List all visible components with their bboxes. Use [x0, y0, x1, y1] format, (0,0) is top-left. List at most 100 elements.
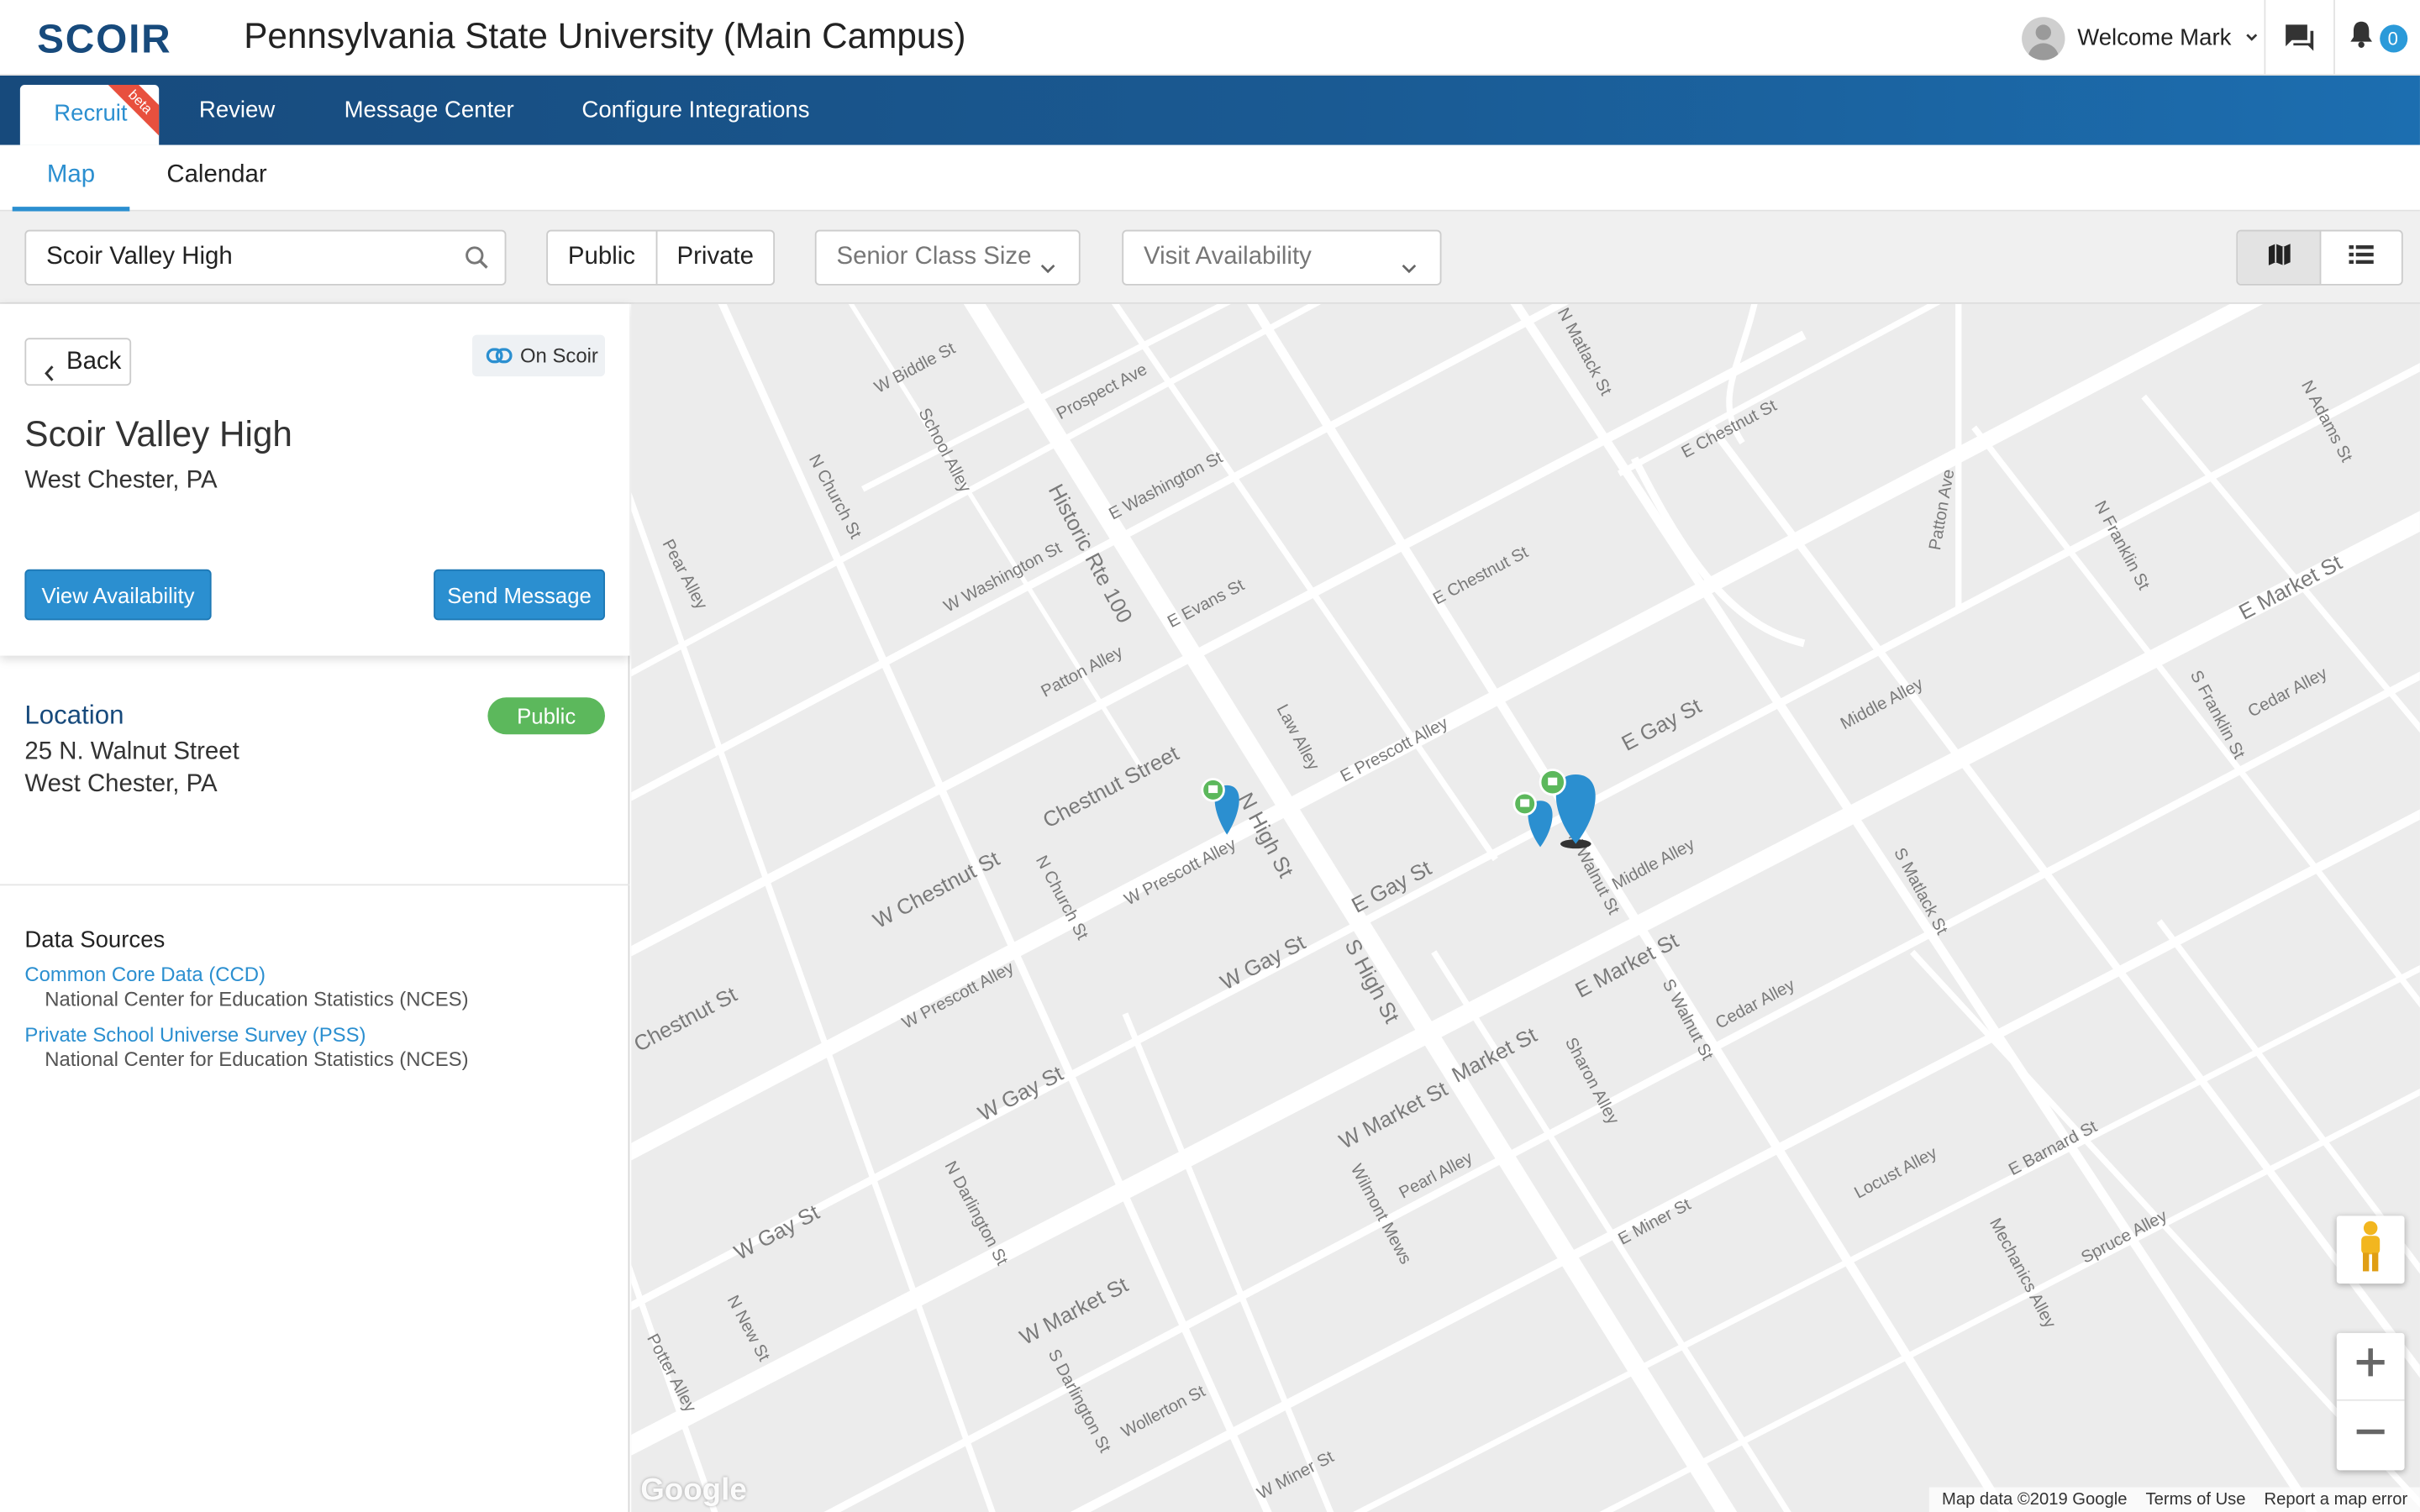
street-label: W Gay St [1217, 931, 1309, 995]
street-label: E Chestnut St [1430, 543, 1532, 608]
street-map: Historic Rte 100 Chestnut Street W Chest… [631, 303, 2420, 1512]
data-source-link-pss[interactable]: Private School Universe Survey (PSS) [24, 1023, 366, 1047]
street-view-button[interactable] [2336, 1215, 2405, 1284]
school-detail-panel: Back On Scoir Scoir Valley High West Che… [0, 303, 630, 1512]
street-label: School Alley [914, 405, 974, 496]
data-source-link-ccd[interactable]: Common Core Data (CCD) [24, 963, 266, 986]
map-view-button[interactable] [2238, 231, 2320, 284]
street-label: Middle Alley [1838, 675, 1927, 733]
welcome-text: Welcome Mark [2077, 24, 2232, 51]
street-label: N New St [723, 1293, 774, 1365]
nav-tab-review[interactable]: Review [199, 76, 275, 145]
street-line [631, 511, 2420, 1456]
sub-nav: Map Calendar [0, 144, 2420, 212]
street-label: E Market St [2235, 551, 2346, 625]
report-map-error-link[interactable]: Report a map error [2265, 1488, 2408, 1512]
street-label: W Biddle St [871, 339, 959, 397]
tab-map[interactable]: Map [12, 145, 130, 212]
back-button[interactable]: Back [24, 338, 132, 386]
avatar [2022, 16, 2065, 60]
senior-class-size-dropdown[interactable]: Senior Class Size [814, 229, 1081, 286]
institution-title: Pennsylvania State University (Main Camp… [244, 15, 966, 56]
street-label: W Gay St [975, 1062, 1067, 1126]
map-view[interactable]: Historic Rte 100 Chestnut Street W Chest… [631, 303, 2420, 1512]
location-heading: Location [24, 700, 124, 730]
tab-calendar[interactable]: Calendar [166, 145, 266, 212]
search-icon[interactable] [465, 245, 489, 278]
chevron-left-icon [43, 354, 55, 398]
school-type-badge: Public [487, 697, 605, 735]
on-scoir-badge: On Scoir [472, 334, 605, 377]
school-type-toggle: Public Private [546, 229, 776, 286]
search-box [24, 229, 507, 286]
notification-count-badge: 0 [2379, 24, 2407, 52]
scoir-logo[interactable]: SCOIR [37, 15, 171, 63]
visit-availability-dropdown[interactable]: Visit Availability [1122, 229, 1442, 286]
notifications-button[interactable]: 0 [2335, 0, 2420, 76]
zoom-in-button[interactable] [2336, 1333, 2405, 1401]
dropdown-label: Visit Availability [1143, 244, 1312, 270]
street-label: W Market St [1016, 1273, 1132, 1350]
street-line [718, 303, 1272, 1512]
map-attribution-bar: Map data ©2019 Google Terms of Use Repor… [1929, 1487, 2420, 1512]
map-icon [2266, 241, 2291, 274]
street-label: E Miner St [1615, 1195, 1694, 1249]
list-view-button[interactable] [2319, 231, 2402, 284]
google-logo[interactable]: Google [640, 1473, 747, 1509]
user-menu[interactable]: Welcome Mark [2022, 0, 2265, 76]
filter-bar: Public Private Senior Class Size Visit A… [0, 211, 2420, 304]
minus-icon [2355, 1415, 2386, 1454]
school-summary-card: Back On Scoir Scoir Valley High West Che… [0, 303, 630, 656]
chevron-down-icon [2244, 24, 2259, 50]
chevron-down-icon [1039, 245, 1057, 297]
street-label: S Walnut St [1659, 976, 1717, 1063]
street-label: Cedar Alley [2245, 664, 2331, 721]
private-filter-button[interactable]: Private [655, 231, 774, 284]
link-icon [486, 348, 513, 364]
street-label: W Gay St [730, 1201, 823, 1265]
chat-icon[interactable] [2265, 0, 2333, 76]
street-label: Market St [1449, 1023, 1541, 1087]
back-label: Back [66, 349, 122, 375]
map-attribution: Map data ©2019 Google [1941, 1490, 2128, 1509]
street-label: Mechanics Alley [1986, 1215, 2060, 1332]
terms-of-use-link[interactable]: Terms of Use [2146, 1488, 2246, 1512]
street-label: N Matlack St [1554, 305, 1615, 399]
view-availability-button[interactable]: View Availability [24, 569, 212, 621]
street-line [1971, 425, 2420, 1008]
street-label: W Prescott Alley [1122, 835, 1240, 910]
street-label: N Darlington St [941, 1158, 1012, 1269]
street-label: N Adams St [2297, 377, 2356, 465]
street-label: N Church St [805, 452, 865, 543]
street-label: Spruce Alley [2078, 1206, 2170, 1268]
street-label: Potter Alley [643, 1331, 700, 1415]
bell-icon [2349, 20, 2373, 55]
school-pin [1201, 778, 1239, 835]
pegman-icon [2355, 1220, 2386, 1280]
street-label: Law Alley [1273, 701, 1323, 774]
zoom-out-button[interactable] [2337, 1401, 2405, 1469]
search-input[interactable] [26, 231, 444, 284]
nav-tab-configure-integrations[interactable]: Configure Integrations [581, 76, 809, 145]
street-label: Chestnut St [631, 983, 741, 1057]
main-nav: Recruit beta Review Message Center Confi… [0, 75, 2420, 145]
street-label: W Market St [1335, 1078, 1451, 1154]
data-source-publisher: National Center for Education Statistics… [45, 1047, 469, 1071]
street-label: Chestnut Street [1039, 742, 1183, 833]
chevron-down-icon [1400, 245, 1418, 297]
street-label: Patton Alley [1038, 643, 1126, 701]
public-filter-button[interactable]: Public [548, 232, 655, 284]
street-label: Patton Ave [1926, 468, 1959, 552]
send-message-button[interactable]: Send Message [434, 569, 605, 621]
on-scoir-label: On Scoir [519, 344, 598, 368]
view-toggle [2236, 229, 2403, 286]
street-label: Middle Alley [1609, 835, 1698, 894]
nav-tab-message-center[interactable]: Message Center [345, 76, 514, 145]
top-header: SCOIR Pennsylvania State University (Mai… [0, 0, 2420, 76]
dropdown-label: Senior Class Size [836, 244, 1032, 270]
nav-tab-recruit[interactable]: Recruit beta [19, 85, 160, 145]
school-city-state: West Chester, PA [24, 467, 218, 494]
data-sources-heading: Data Sources [24, 927, 166, 954]
street-label: E Evans St [1165, 575, 1248, 631]
zoom-controls [2336, 1332, 2405, 1471]
